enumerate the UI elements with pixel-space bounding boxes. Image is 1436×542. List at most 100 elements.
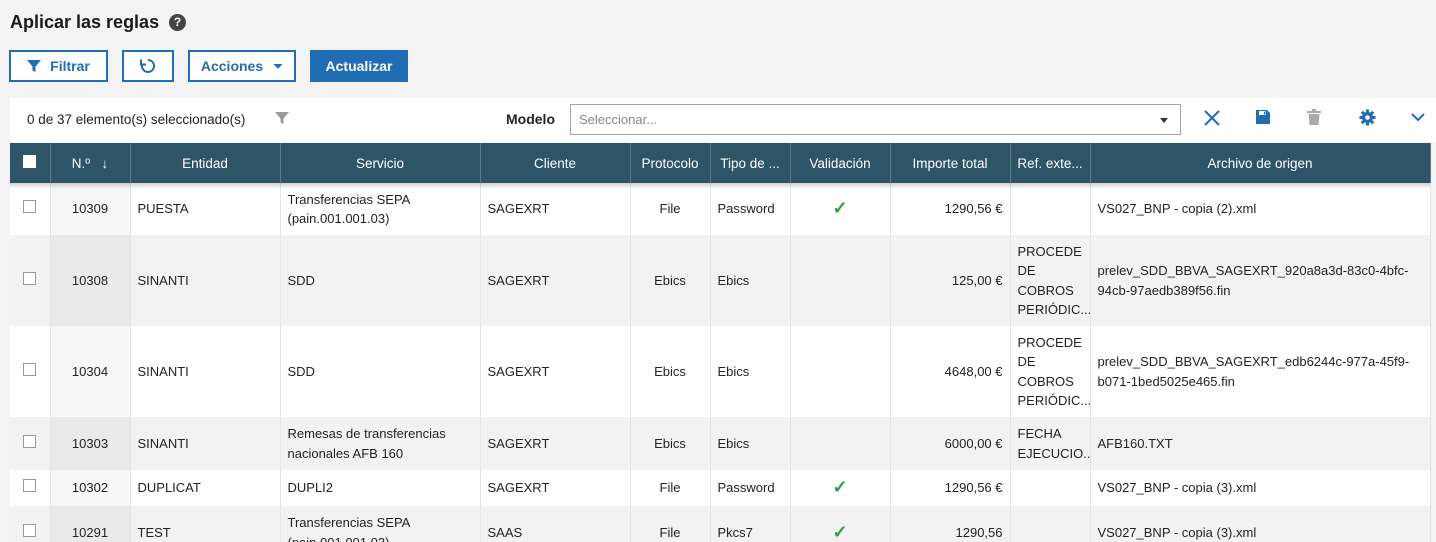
chevron-down-icon[interactable] <box>1411 113 1425 122</box>
row-num: 10309 <box>50 183 131 235</box>
check-icon: ✓ <box>790 470 891 506</box>
row-importe: 1290,56 <box>890 506 1011 542</box>
close-icon[interactable] <box>1203 109 1221 127</box>
col-header-entidad[interactable]: Entidad <box>130 143 281 183</box>
col-header-tipo[interactable]: Tipo de ... <box>710 143 791 183</box>
row-servicio: Transferencias SEPA (pain.001.001.03) <box>280 183 481 235</box>
table-row[interactable]: 10302 DUPLICAT DUPLI2 SAGEXRT File Passw… <box>10 470 1431 506</box>
row-archivo: prelev_SDD_BBVA_SAGEXRT_920a8a3d-83c0-4b… <box>1090 235 1431 326</box>
row-entidad: PUESTA <box>130 183 281 235</box>
row-servicio: Transferencias SEPA (pain.001.001.03) <box>280 506 481 542</box>
sort-desc-icon: ↓ <box>101 155 109 171</box>
rules-table: N.º ↓ Entidad Servicio Cliente Protocolo… <box>10 143 1431 542</box>
col-header-importe[interactable]: Importe total <box>890 143 1011 183</box>
row-ref: PROCEDE DE COBROS PERIÓDIC... <box>1010 326 1091 417</box>
save-icon[interactable] <box>1255 109 1271 125</box>
row-importe: 1290,56 € <box>890 183 1011 235</box>
col-header-cliente[interactable]: Cliente <box>480 143 631 183</box>
row-checkbox[interactable] <box>23 362 37 376</box>
row-num: 10308 <box>50 235 131 326</box>
table-row[interactable]: 10309 PUESTA Transferencias SEPA (pain.0… <box>10 183 1431 235</box>
col-header-archivo[interactable]: Archivo de origen <box>1090 143 1431 183</box>
row-cliente: SAAS <box>480 506 631 542</box>
table-row[interactable]: 10304 SINANTI SDD SAGEXRT Ebics Ebics 46… <box>10 326 1431 417</box>
row-protocolo: Ebics <box>630 417 711 470</box>
help-icon[interactable]: ? <box>169 14 187 31</box>
row-validacion <box>790 417 891 470</box>
row-tipo: Password <box>710 470 791 506</box>
row-entidad: SINANTI <box>130 235 281 326</box>
select-all-header[interactable] <box>10 143 51 183</box>
row-num: 10302 <box>50 470 131 506</box>
row-archivo: VS027_BNP - copia (3).xml <box>1090 470 1431 506</box>
model-label: Modelo <box>506 111 555 127</box>
row-cliente: SAGEXRT <box>480 183 631 235</box>
selection-count: 0 de 37 elemento(s) seleccionado(s) <box>27 112 246 127</box>
row-importe: 1290,56 € <box>890 470 1011 506</box>
col-header-ref[interactable]: Ref. exte... <box>1010 143 1091 183</box>
row-servicio: SDD <box>280 326 481 417</box>
row-tipo: Ebics <box>710 326 791 417</box>
refresh-icon <box>140 58 155 73</box>
filter-button-label: Filtrar <box>50 58 90 74</box>
filter-button[interactable]: Filtrar <box>9 50 108 82</box>
row-servicio: DUPLI2 <box>280 470 481 506</box>
chevron-down-icon <box>273 63 283 69</box>
filter-icon[interactable] <box>275 111 289 125</box>
actions-dropdown-button[interactable]: Acciones <box>188 50 296 82</box>
row-tipo: Ebics <box>710 235 791 326</box>
check-icon: ✓ <box>790 183 891 235</box>
row-protocolo: Ebics <box>630 235 711 326</box>
model-placeholder: Seleccionar... <box>579 112 658 127</box>
row-archivo: AFB160.TXT <box>1090 417 1431 470</box>
row-archivo: prelev_SDD_BBVA_SAGEXRT_edb6244c-977a-45… <box>1090 326 1431 417</box>
gear-icon[interactable] <box>1359 109 1376 126</box>
row-checkbox[interactable] <box>23 271 37 285</box>
reset-button[interactable] <box>122 50 174 82</box>
select-all-checkbox[interactable] <box>23 155 37 168</box>
check-icon: ✓ <box>790 506 891 542</box>
row-checkbox[interactable] <box>23 434 37 448</box>
row-cliente: SAGEXRT <box>480 235 631 326</box>
table-row[interactable]: 10303 SINANTI Remesas de transferencias … <box>10 417 1431 470</box>
row-ref <box>1010 183 1091 235</box>
row-archivo: VS027_BNP - copia (2).xml <box>1090 183 1431 235</box>
row-entidad: SINANTI <box>130 417 281 470</box>
row-ref: PROCEDE DE COBROS PERIÓDIC... <box>1010 235 1091 326</box>
caret-down-icon <box>1160 118 1168 123</box>
row-num: 10304 <box>50 326 131 417</box>
row-servicio: Remesas de transferencias nacionales AFB… <box>280 417 481 470</box>
row-num: 10291 <box>50 506 131 542</box>
trash-icon[interactable] <box>1307 109 1321 125</box>
row-tipo: Password <box>710 183 791 235</box>
col-header-num[interactable]: N.º ↓ <box>50 143 131 183</box>
row-cliente: SAGEXRT <box>480 326 631 417</box>
row-servicio: SDD <box>280 235 481 326</box>
col-header-servicio[interactable]: Servicio <box>280 143 481 183</box>
toolbar: Filtrar Acciones Actualizar <box>9 50 408 82</box>
row-num: 10303 <box>50 417 131 470</box>
row-entidad: DUPLICAT <box>130 470 281 506</box>
row-checkbox[interactable] <box>23 479 37 493</box>
model-select[interactable]: Seleccionar... <box>570 104 1181 135</box>
row-entidad: TEST <box>130 506 281 542</box>
actions-button-label: Acciones <box>200 58 264 74</box>
row-checkbox[interactable] <box>23 523 37 537</box>
table-row[interactable]: 10291 TEST Transferencias SEPA (pain.001… <box>10 506 1431 542</box>
col-header-validacion[interactable]: Validación <box>790 143 891 183</box>
col-header-protocolo[interactable]: Protocolo <box>630 143 711 183</box>
row-ref <box>1010 470 1091 506</box>
grid-toolbar: 0 de 37 elemento(s) seleccionado(s) Mode… <box>10 98 1436 142</box>
row-importe: 125,00 € <box>890 235 1011 326</box>
row-tipo: Ebics <box>710 417 791 470</box>
row-validacion <box>790 326 891 417</box>
table-row[interactable]: 10308 SINANTI SDD SAGEXRT Ebics Ebics 12… <box>10 235 1431 326</box>
table-header: N.º ↓ Entidad Servicio Cliente Protocolo… <box>10 143 1431 183</box>
page-title: Aplicar las reglas ? <box>10 12 187 33</box>
row-checkbox[interactable] <box>23 200 37 214</box>
row-archivo: VS027_BNP - copia (3).xml <box>1090 506 1431 542</box>
row-importe: 6000,00 € <box>890 417 1011 470</box>
row-entidad: SINANTI <box>130 326 281 417</box>
row-ref: FECHA EJECUCIO... <box>1010 417 1091 470</box>
update-button[interactable]: Actualizar <box>310 50 408 82</box>
